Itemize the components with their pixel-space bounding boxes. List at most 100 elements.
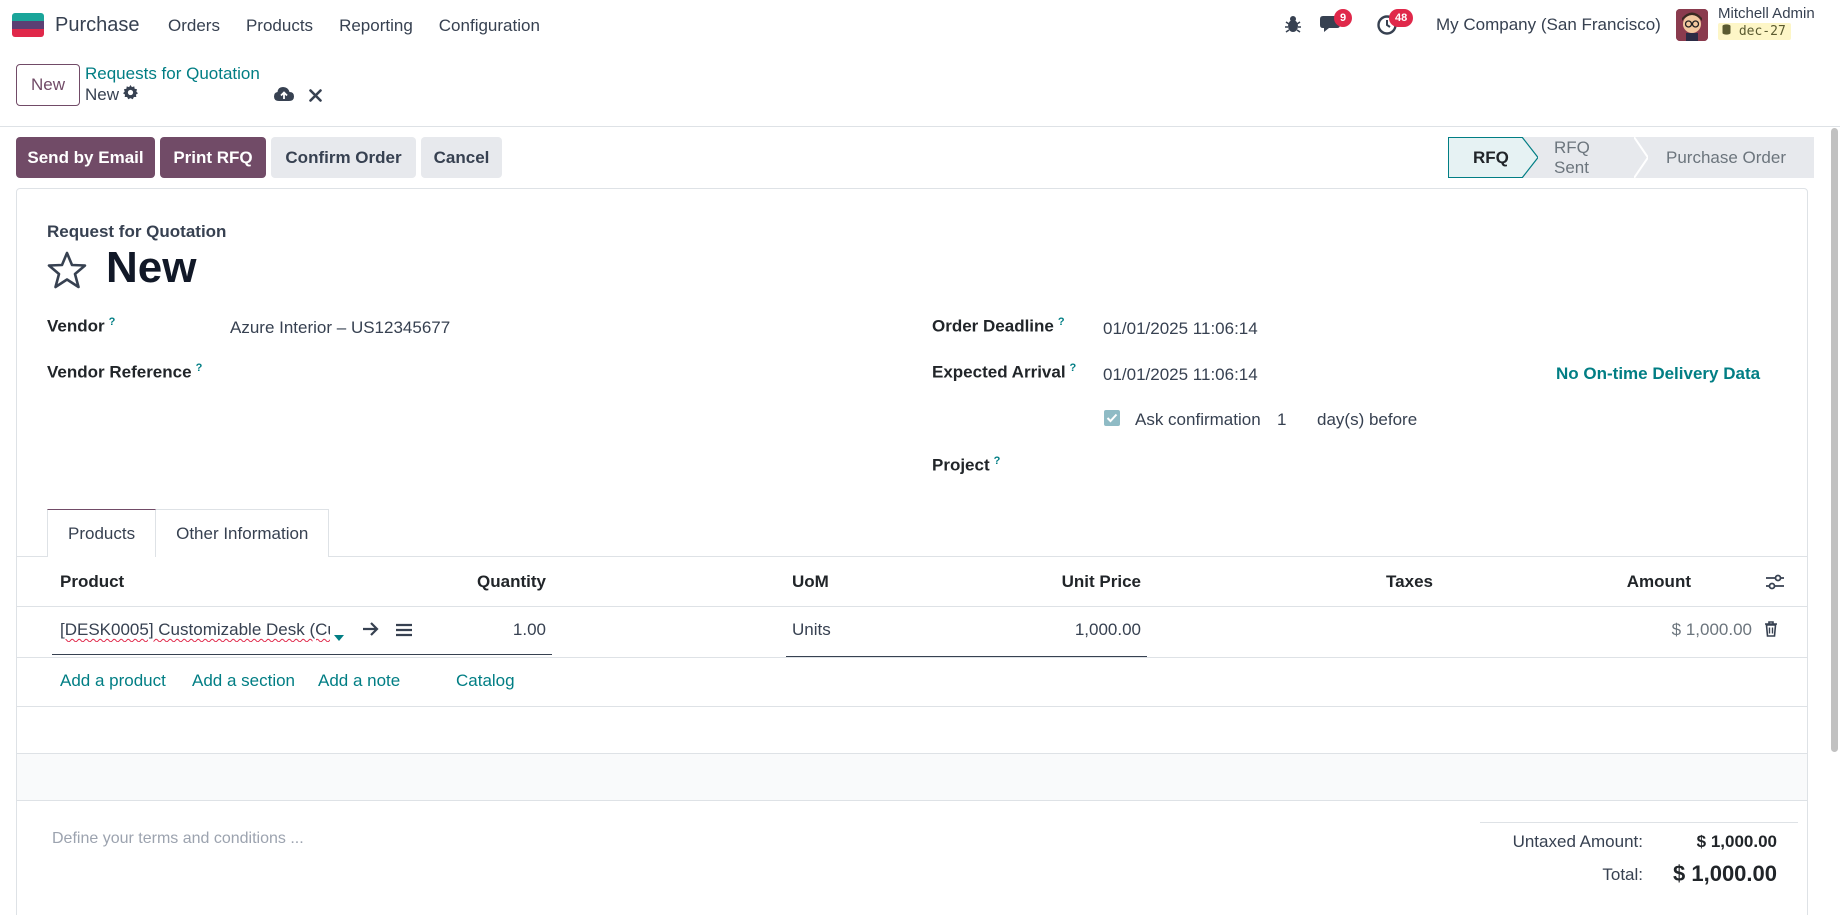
vendor-reference-label: Vendor Reference? [47,362,202,383]
stage-purchase-order[interactable]: Purchase Order [1642,137,1814,178]
vendor-field[interactable]: Azure Interior – US12345677 [230,318,450,338]
menu-reporting[interactable]: Reporting [339,16,413,36]
vendor-reference-label-text: Vendor Reference [47,362,192,382]
discard-close-icon[interactable] [309,87,322,107]
vendor-reference-field[interactable] [230,362,870,384]
line-quantity-field[interactable]: 1.00 [440,620,546,640]
user-avatar[interactable] [1676,9,1708,41]
breadcrumb-parent[interactable]: Requests for Quotation [85,64,260,84]
project-label-text: Project [932,455,990,475]
top-navbar: Purchase Orders Products Reporting Confi… [0,0,1840,50]
checkmark-icon [1106,413,1118,423]
menu-orders[interactable]: Orders [168,16,220,36]
stage-rfq-label: RFQ [1473,147,1509,167]
document-type-label: Request for Quotation [47,222,227,241]
expected-arrival-field[interactable]: 01/01/2025 11:06:14 [1103,365,1258,385]
column-unit-price[interactable]: Unit Price [980,572,1141,592]
notebook-tabs: Products Other Information [47,509,330,557]
column-taxes[interactable]: Taxes [1300,572,1433,592]
page-scrollbar[interactable] [1831,128,1838,752]
project-help-icon[interactable]: ? [994,455,1001,467]
line-amount: $ 1,000.00 [1671,620,1752,639]
stage-arrow-2 [1634,137,1648,178]
control-panel: New Requests for Quotation New [0,50,1840,127]
optional-columns-toggle-icon[interactable] [1766,574,1784,595]
database-badge: dec-27 [1718,23,1791,40]
menu-products[interactable]: Products [246,16,313,36]
purchase-app-icon[interactable] [12,13,44,37]
breadcrumb-current: New [85,85,139,105]
column-uom[interactable]: UoM [792,572,829,592]
record-name[interactable]: New [106,243,196,293]
total-value: $ 1,000.00 [1673,861,1777,886]
ask-confirmation-checkbox[interactable] [1104,410,1120,426]
order-deadline-label-text: Order Deadline [932,316,1054,336]
order-deadline-help-icon[interactable]: ? [1058,316,1065,328]
messages-count-badge: 9 [1334,9,1353,27]
app-name[interactable]: Purchase [55,14,140,37]
days-before-label: day(s) before [1317,410,1418,429]
line-product-field[interactable]: [DESK0005] Customizable Desk (Custom, Bl… [60,620,330,642]
database-name: dec-27 [1738,24,1786,39]
expected-arrival-label-text: Expected Arrival [932,362,1066,382]
company-switcher[interactable]: My Company (San Francisco) [1436,15,1661,35]
order-deadline-field[interactable]: 01/01/2025 11:06:14 [1103,319,1258,339]
stage-rfq[interactable]: RFQ [1448,137,1523,178]
send-by-email-button[interactable]: Send by Email [16,137,155,178]
main-menu: Orders Products Reporting Configuration [168,16,540,36]
expected-arrival-help-icon[interactable]: ? [1070,362,1077,374]
save-cloud-icon[interactable] [274,86,294,106]
product-dropdown-caret-icon[interactable] [334,627,344,647]
add-note-link[interactable]: Add a note [318,671,400,691]
new-button[interactable]: New [16,64,80,106]
column-product[interactable]: Product [60,572,124,592]
terms-conditions-field[interactable]: Define your terms and conditions ... [52,830,304,848]
vendor-reference-help-icon[interactable]: ? [196,362,203,374]
line-unit-price-field[interactable]: 1,000.00 [980,620,1141,640]
order-deadline-label: Order Deadline? [932,316,1065,337]
table-bottom-separator [17,800,1807,801]
ontime-delivery-link[interactable]: No On-time Delivery Data [1556,364,1760,384]
print-rfq-button[interactable]: Print RFQ [160,137,266,178]
product-edit-underline [52,654,552,655]
gear-icon[interactable] [123,85,139,105]
cancel-button[interactable]: Cancel [421,137,502,178]
line-uom-field[interactable]: Units [792,620,831,640]
add-section-link[interactable]: Add a section [192,671,295,691]
star-priority-icon[interactable] [47,251,87,294]
empty-line-row [17,706,1807,753]
vendor-label: Vendor? [47,316,115,337]
untaxed-amount-value: $ 1,000.00 [1696,832,1777,851]
ask-confirmation-label: Ask confirmation [1135,410,1261,429]
confirm-order-button[interactable]: Confirm Order [271,137,416,178]
product-configurator-list-icon[interactable] [396,622,412,642]
vendor-help-icon[interactable]: ? [109,316,116,328]
line-separator [17,657,1807,658]
untaxed-amount-label: Untaxed Amount: [1512,832,1643,851]
stage-rfq-sent-label: RFQ Sent [1554,137,1590,177]
column-amount[interactable]: Amount [1600,572,1691,592]
user-name[interactable]: Mitchell Admin [1718,5,1815,22]
tab-products[interactable]: Products [47,509,157,557]
stage-purchase-order-label: Purchase Order [1666,147,1786,167]
empty-line-row [17,753,1807,800]
trash-delete-icon[interactable] [1764,621,1778,642]
project-field[interactable] [1103,455,1783,477]
total-label: Total: [1602,865,1643,884]
database-icon [1722,24,1731,35]
ask-confirmation-days-field[interactable]: 1 [1277,410,1286,430]
catalog-link[interactable]: Catalog [456,671,515,691]
header-separator [17,606,1807,607]
breadcrumb-current-label: New [85,85,120,104]
stage-rfq-sent[interactable]: RFQ Sent [1522,137,1642,178]
tab-other-information[interactable]: Other Information [156,509,330,557]
debug-bug-icon[interactable] [1284,14,1302,39]
column-quantity[interactable]: Quantity [400,572,546,592]
expected-arrival-label: Expected Arrival? [932,362,1076,383]
vendor-label-text: Vendor [47,316,105,336]
project-label: Project? [932,455,1000,476]
internal-link-arrow-icon[interactable] [362,621,380,642]
add-product-link[interactable]: Add a product [60,671,166,691]
status-bar: RFQ RFQ Sent Purchase Order [1448,137,1814,178]
menu-configuration[interactable]: Configuration [439,16,540,36]
